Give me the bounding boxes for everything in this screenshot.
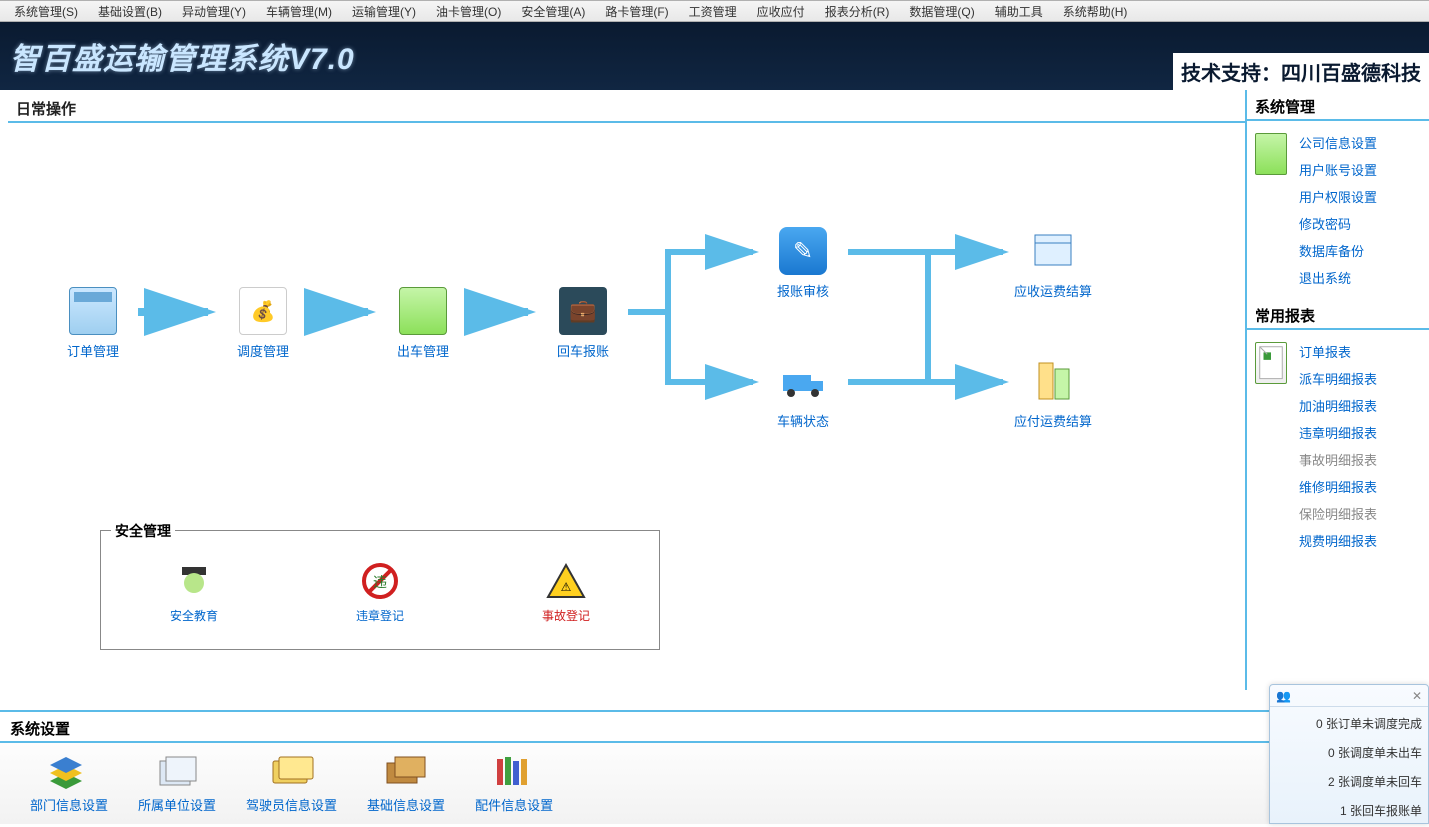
violation-register-button[interactable]: 违 违章登记 [356,561,404,624]
payable-icon [1029,357,1077,405]
workflow-diagram: 订单管理 💰 调度管理 出车管理 💼 回车报账 ✎ 报账审核 应收运费结算 [8,127,1245,427]
books-color-icon [491,753,537,789]
notify-line[interactable]: 0 张订单未调度完成 [1276,715,1422,732]
system-settings-title: 系统设置 [0,712,1429,741]
accident-icon: ⚠ [546,561,586,601]
accident-register-button[interactable]: ⚠ 事故登记 [542,561,590,624]
truck-icon [779,357,827,405]
menu-item[interactable]: 辅助工具 [985,3,1053,20]
report-card-icon [1255,342,1287,384]
notification-popup: 👥 ✕ 0 张订单未调度完成 0 张调度单未出车 2 张调度单未回车 1 张回车… [1269,684,1429,824]
svg-text:⚠: ⚠ [561,580,572,594]
safety-education-button[interactable]: 安全教育 [170,561,218,624]
money-icon: 💰 [239,287,287,335]
menu-item[interactable]: 数据管理(Q) [899,3,984,20]
basic-info-button[interactable]: 基础信息设置 [367,753,445,814]
payable-button[interactable]: 应付运费结算 [1008,357,1098,430]
users-icon: 👥 [1276,689,1291,703]
notify-line[interactable]: 1 张回车报账单 [1276,802,1422,819]
user-permission-link[interactable]: 用户权限设置 [1299,187,1377,206]
settings-card-icon [1255,133,1287,175]
return-icon: 💼 [559,287,607,335]
vehicle-status-button[interactable]: 车辆状态 [758,357,848,430]
safety-title: 安全管理 [111,521,175,541]
sys-mgmt-title: 系统管理 [1247,94,1429,119]
cards-icon [383,753,429,789]
folder-icon [154,753,200,789]
receivable-icon [1029,227,1077,275]
menu-item[interactable]: 工资管理 [679,3,747,20]
dept-info-button[interactable]: 部门信息设置 [30,753,108,814]
receivable-button[interactable]: 应收运费结算 [1008,227,1098,300]
depart-mgmt-button[interactable]: 出车管理 [378,287,468,360]
daily-ops-title: 日常操作 [16,98,1245,119]
depart-icon [399,287,447,335]
exit-system-link[interactable]: 退出系统 [1299,268,1377,287]
user-account-link[interactable]: 用户账号设置 [1299,160,1377,179]
menu-item[interactable]: 报表分析(R) [815,3,900,20]
parts-info-button[interactable]: 配件信息设置 [475,753,553,814]
app-title: 智百盛运输管理系统V7.0 [10,34,355,78]
return-report-button[interactable]: 💼 回车报账 [538,287,628,360]
order-icon [69,287,117,335]
order-report-link[interactable]: 订单报表 [1299,342,1377,361]
close-icon[interactable]: ✕ [1412,689,1422,703]
dispatch-report-link[interactable]: 派车明细报表 [1299,369,1377,388]
menu-item[interactable]: 运输管理(Y) [342,3,426,20]
education-icon [174,561,214,601]
order-mgmt-button[interactable]: 订单管理 [48,287,138,360]
unit-info-button[interactable]: 所属单位设置 [138,753,216,814]
svg-text:违: 违 [373,574,387,590]
company-info-link[interactable]: 公司信息设置 [1299,133,1377,152]
menu-item[interactable]: 安全管理(A) [511,3,595,20]
fuel-report-link[interactable]: 加油明细报表 [1299,396,1377,415]
menu-item[interactable]: 基础设置(B) [88,3,172,20]
menu-item[interactable]: 系统帮助(H) [1053,3,1138,20]
right-sidebar: 系统管理 公司信息设置 用户账号设置 用户权限设置 修改密码 数据库备份 退出系… [1245,90,1429,690]
change-password-link[interactable]: 修改密码 [1299,214,1377,233]
menu-item[interactable]: 车辆管理(M) [256,3,342,20]
violation-report-link[interactable]: 违章明细报表 [1299,423,1377,442]
license-icon [269,753,315,789]
insurance-report-link[interactable]: 保险明细报表 [1299,504,1377,523]
menu-item[interactable]: 油卡管理(O) [426,3,511,20]
audit-icon: ✎ [779,227,827,275]
common-reports-title: 常用报表 [1247,303,1429,328]
fee-report-link[interactable]: 规费明细报表 [1299,531,1377,550]
safety-panel: 安全管理 安全教育 违 违章登记 ⚠ 事故登记 [100,530,660,650]
menu-item[interactable]: 应收应付 [747,3,815,20]
violation-icon: 违 [360,561,400,601]
dispatch-mgmt-button[interactable]: 💰 调度管理 [218,287,308,360]
notify-line[interactable]: 0 张调度单未出车 [1276,744,1422,761]
repair-report-link[interactable]: 维修明细报表 [1299,477,1377,496]
bottom-section: 系统设置 部门信息设置 所属单位设置 驾驶员信息设置 基础信息设置 配件信息设置 [0,710,1429,824]
menu-item[interactable]: 路卡管理(F) [595,3,678,20]
app-header: 智百盛运输管理系统V7.0 技术支持：四川百盛德科技 [0,22,1429,90]
menu-item[interactable]: 异动管理(Y) [172,3,256,20]
db-backup-link[interactable]: 数据库备份 [1299,241,1377,260]
books-icon [46,753,92,789]
driver-info-button[interactable]: 驾驶员信息设置 [246,753,337,814]
accident-report-link[interactable]: 事故明细报表 [1299,450,1377,469]
notify-line[interactable]: 2 张调度单未回车 [1276,773,1422,790]
tech-support-label: 技术支持：四川百盛德科技 [1173,53,1429,90]
audit-button[interactable]: ✎ 报账审核 [758,227,848,300]
menu-bar: 系统管理(S) 基础设置(B) 异动管理(Y) 车辆管理(M) 运输管理(Y) … [0,0,1429,22]
menu-item[interactable]: 系统管理(S) [4,3,88,20]
